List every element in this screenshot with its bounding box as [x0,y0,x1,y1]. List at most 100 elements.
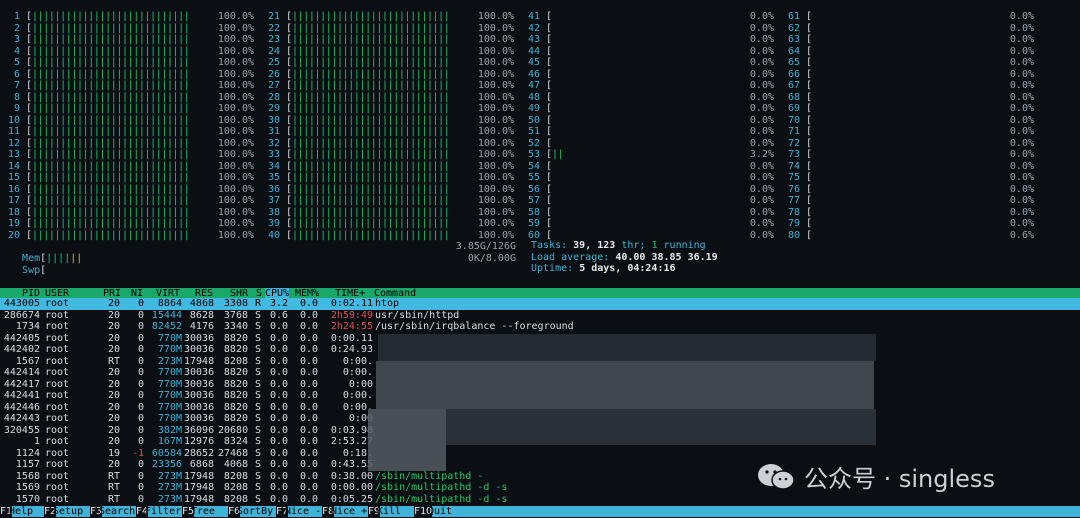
process-virt: 770M [157,401,182,413]
process-cmd: htop [375,298,400,309]
process-mem: 0.0 [299,321,318,332]
cpu-id: 48 [527,91,540,103]
cpu-meter: 79 [0.0% [782,218,1034,230]
cpu-meter: 2 [|||||||||||||||||||||||||||| 100.0% [2,23,254,35]
process-res: 17948 [184,493,215,505]
process-res: 6868 [189,459,214,470]
cpu-percent: 100.0% [477,103,514,114]
cpu-meter: 58 [0.0% [522,207,774,219]
cpu-meter: 65 [0.0% [782,57,1034,69]
process-pid: 442446 [3,401,40,413]
fkey-label-search[interactable]: Search [99,506,135,518]
process-user: root [45,378,70,390]
cpu-id: 70 [787,114,800,126]
process-mem: 0.0 [299,355,318,367]
process-pid: 442405 [3,332,40,344]
cpu-id: 6 [13,68,20,80]
process-time: 0:00 [348,378,373,390]
process-user: root [45,332,70,344]
process-row[interactable]: 1124 root 19 -1 60584 28652 27468 S 0.0 0.0 0:18. [0,448,1080,460]
process-virt: 60584 [151,447,182,459]
cpu-id: 80 [787,229,800,241]
cpu-percent: 0.0% [1009,206,1034,218]
cpu-usage-bar: |||||||||||||||||||||||||||| [32,11,190,22]
cpu-percent: 0.0% [749,206,774,218]
cpu-id: 11 [7,126,20,137]
process-virt: 382M [157,424,182,436]
fkey-label-tree[interactable]: Tree [191,506,215,518]
cpu-usage-bar: |||||||||||||||||||||||||||| [32,80,190,91]
cpu-usage-bar: |||||||||||||||||||||||||||| [292,57,450,68]
process-virt: 273M [157,470,182,482]
fkey-label-filter[interactable]: Filter [145,506,181,518]
cpu-meter: 44 [0.0% [522,46,774,58]
cpu-id: 2 [13,22,20,34]
process-virt: 23356 [151,459,182,470]
process-pri: 20 [107,298,120,309]
cpu-id: 53 [527,149,540,160]
cpu-meter: 14 [|||||||||||||||||||||||||||| 100.0% [2,161,254,173]
cpu-percent: 3.2% [749,149,774,160]
cpu-percent: 0.0% [1009,34,1034,45]
process-pid: 286674 [3,309,40,321]
process-row[interactable]: 286674 root 20 0 15444 8628 3768 S 0.6 0.0 2h59:49… [0,310,1080,322]
cpu-id: 46 [527,68,540,80]
cpu-meter: 26 [|||||||||||||||||||||||||||| 100.0% [262,69,514,81]
cpu-meter: 68 [0.0% [782,92,1034,104]
cpu-meter: 63 [0.0% [782,34,1034,46]
cpu-meter: 9 [|||||||||||||||||||||||||||| 100.0% [2,103,254,115]
cpu-id: 73 [787,149,800,160]
cpu-id: 23 [267,34,280,45]
process-mem: 0.0 [299,390,318,401]
fkey-label-help[interactable]: Help [9,506,33,518]
process-cmd: /sbin/multipathd -d -s [375,482,508,493]
cpu-percent: 100.0% [217,126,254,137]
cpu-usage-bar: |||||||||||||||||||||||||||| [292,218,450,229]
cpu-usage-bar: |||||||||||||||||||||||||||| [292,45,450,57]
fkey-label-quit[interactable]: Quit [428,506,452,518]
fkey-label-setup[interactable]: Setup [53,506,83,518]
cpu-usage-bar: |||||||||||||||||||||||||||| [32,160,190,172]
cpu-usage-bar: |||||||||||||||||||||||||||| [292,126,450,137]
fkey-label-kill[interactable]: Kill [377,506,401,518]
process-virt: 770M [157,344,182,355]
cpu-id: 10 [7,114,20,126]
process-row[interactable]: 1734 root 20 0 82452 4176 3340 S 0.0 0.0 2h24:55/u… [0,321,1080,333]
process-cmd: usr/sbin/httpd [375,309,460,321]
cpu-percent: 0.0% [749,137,774,149]
cpu-id: 26 [267,68,280,80]
cpu-id: 62 [787,22,800,34]
cpu-meter: 78 [0.0% [782,207,1034,219]
cpu-percent: 0.0% [1009,103,1034,114]
cpu-meter: 77 [0.0% [782,195,1034,207]
process-mem: 0.0 [299,493,318,505]
fkey-label-nice[interactable]: Nice + [331,506,367,518]
cpu-percent: 100.0% [477,34,514,45]
process-cpu: 0.0 [269,321,288,332]
process-virt: 770M [157,378,182,390]
cpu-meter-column-1: 1 [|||||||||||||||||||||||||||| 100.0% 2 [… [2,11,254,241]
cpu-percent: 0.0% [749,172,774,183]
cpu-usage-bar: |||||||||||||||||||||||||||| [292,22,450,34]
fkey-label-nice[interactable]: Nice - [285,506,321,518]
fkey-label-sortby[interactable]: SortBy [237,506,273,518]
process-cpu: 0.0 [269,470,288,482]
cpu-percent: 0.0% [1009,160,1034,172]
cpu-percent: 100.0% [477,22,514,34]
process-pri: 20 [107,309,120,321]
cpu-usage-bar: |||||||||||||||||||||||||||| [292,160,450,172]
process-time: 0:00. [342,390,373,401]
cpu-percent: 100.0% [477,45,514,57]
process-virt: 273M [157,493,182,505]
process-row[interactable]: 443005 root 20 0 8864 4868 3308 R 3.2 0.0 0:02.11 h… [0,298,1080,310]
process-cmd: /sbin/multipathd -d -s [375,493,508,505]
cpu-meter: 5 [|||||||||||||||||||||||||||| 100.0% [2,57,254,69]
process-table-header: PID USER PRI NI VIRT RES SHR S CPU% MEM%… [0,288,1080,300]
cpu-usage-bar: |||||||||||||||||||||||||||| [292,149,450,160]
cpu-id: 15 [7,172,20,183]
cpu-meter: 25 [|||||||||||||||||||||||||||| 100.0% [262,57,514,69]
process-cpu: 0.0 [269,367,288,378]
cpu-usage-bar: |||||||||||||||||||||||||||| [32,218,190,229]
cpu-id: 4 [13,45,20,57]
cpu-percent: 100.0% [477,183,514,195]
